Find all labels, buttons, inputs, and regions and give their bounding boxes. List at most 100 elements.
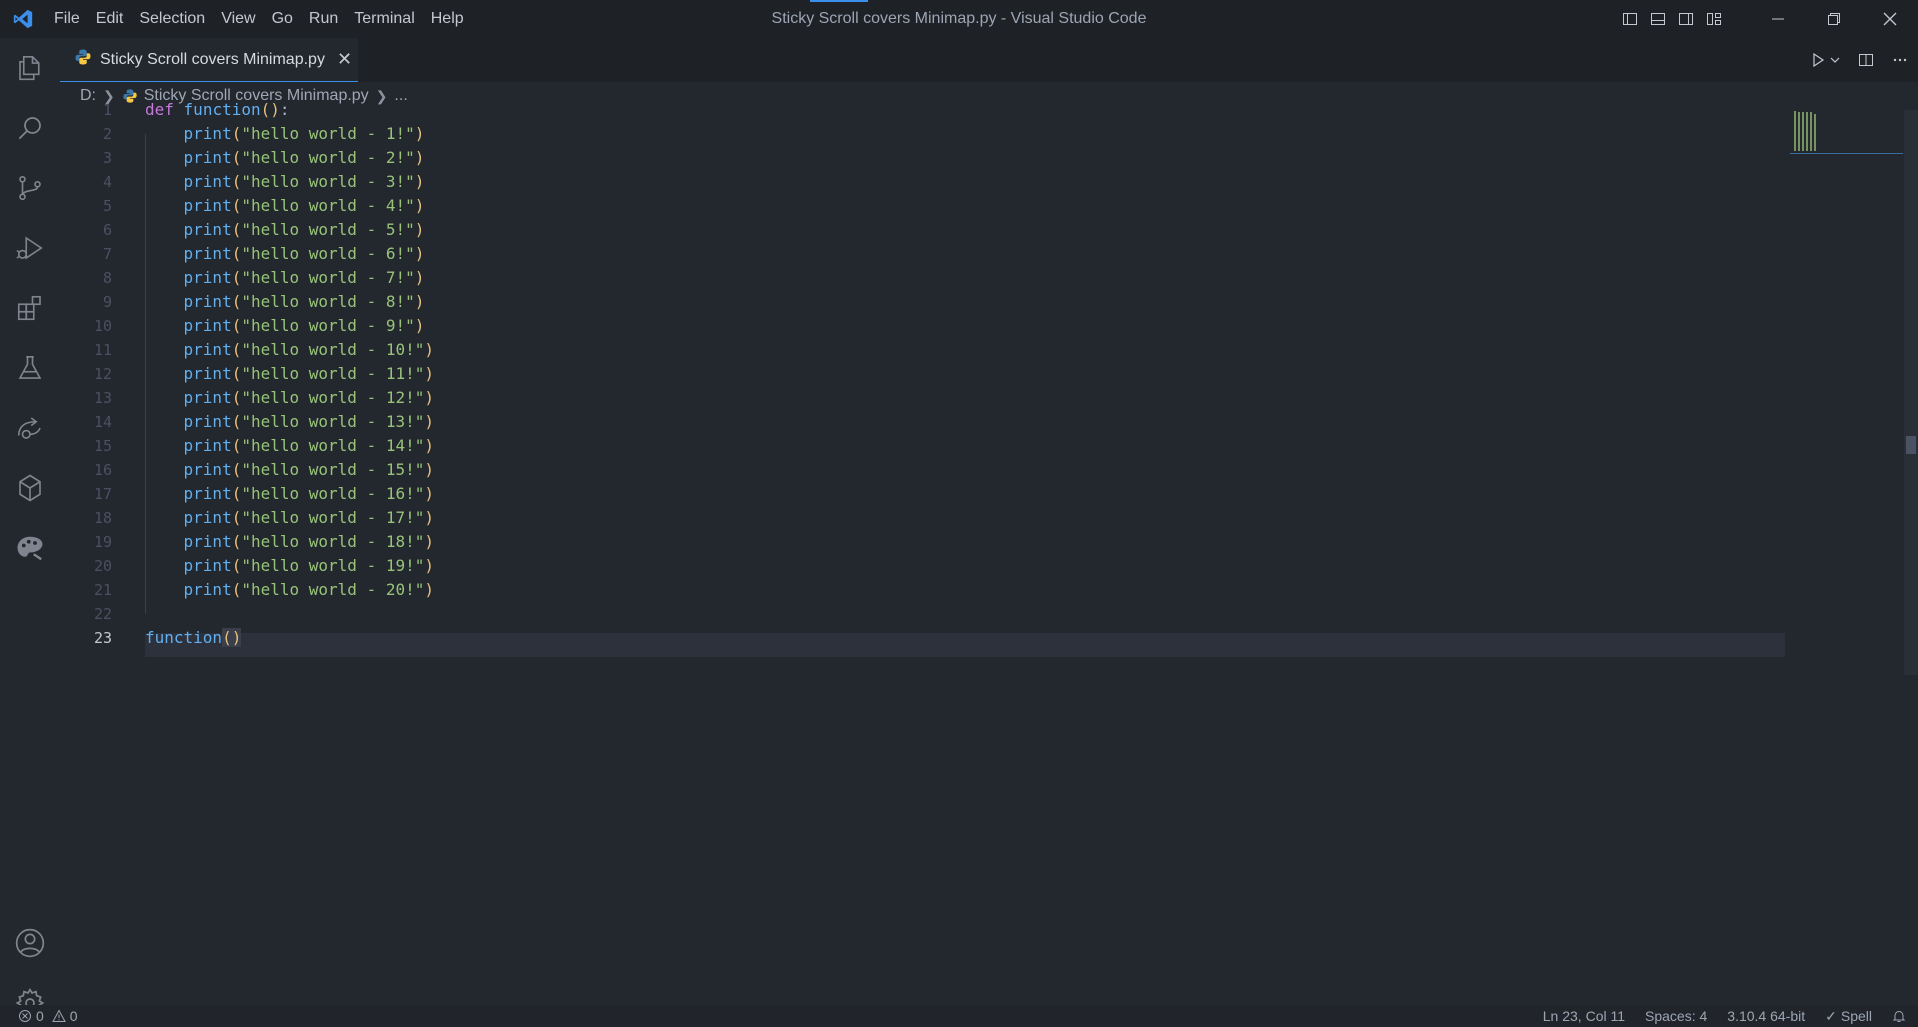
- search-icon[interactable]: [0, 98, 60, 158]
- run-dropdown-chevron-icon[interactable]: [1830, 46, 1840, 74]
- line-code: print("hello world - 6!"): [145, 242, 425, 266]
- line-number: 22: [93, 605, 112, 623]
- menu-edit[interactable]: Edit: [88, 5, 132, 33]
- paren: (: [231, 556, 242, 575]
- python-interpreter[interactable]: 3.10.4 64-bit: [1717, 1008, 1815, 1024]
- menu-selection[interactable]: Selection: [131, 5, 213, 33]
- string-literal: "hello world - 11!": [241, 364, 425, 383]
- cursor-position[interactable]: Ln 23, Col 11: [1533, 1008, 1635, 1024]
- toggle-secondary-sidebar-icon[interactable]: [1672, 5, 1700, 33]
- code-line[interactable]: 6 print("hello world - 5!"): [60, 218, 1780, 242]
- print-call: print: [183, 244, 232, 263]
- remote-explorer-icon[interactable]: [0, 398, 60, 458]
- code-line[interactable]: 17 print("hello world - 16!"): [60, 482, 1780, 506]
- menu-terminal[interactable]: Terminal: [346, 5, 422, 33]
- code-line[interactable]: 22: [60, 602, 1780, 626]
- string-literal: "hello world - 4!": [241, 196, 415, 215]
- notifications-bell-icon[interactable]: [1882, 1009, 1918, 1023]
- paren: ): [270, 100, 280, 119]
- source-control-icon[interactable]: [0, 158, 60, 218]
- print-call: print: [183, 220, 232, 239]
- activity-bar: [0, 38, 60, 1019]
- paren: ): [424, 388, 435, 407]
- tabs-bar: Sticky Scroll covers Minimap.py ✕: [60, 38, 1918, 82]
- paren: (: [231, 196, 242, 215]
- paren: (: [231, 412, 242, 431]
- toggle-panel-icon[interactable]: [1644, 5, 1672, 33]
- code-line[interactable]: 15 print("hello world - 14!"): [60, 434, 1780, 458]
- string-literal: "hello world - 5!": [241, 220, 415, 239]
- code-line[interactable]: 7 print("hello world - 6!"): [60, 242, 1780, 266]
- paren: ): [424, 532, 435, 551]
- paren: (: [231, 364, 242, 383]
- problems-indicator[interactable]: 0 0: [0, 1008, 78, 1024]
- code-line[interactable]: 1 def function():: [60, 98, 1780, 122]
- code-line[interactable]: 19 print("hello world - 18!"): [60, 530, 1780, 554]
- menu-go[interactable]: Go: [264, 5, 301, 33]
- account-icon[interactable]: [0, 913, 60, 973]
- print-call: print: [183, 460, 232, 479]
- status-bar-right: Ln 23, Col 11 Spaces: 4 3.10.4 64-bit ✓ …: [1533, 1005, 1918, 1027]
- paren: (: [231, 340, 242, 359]
- code-line[interactable]: 11 print("hello world - 10!"): [60, 338, 1780, 362]
- minimap[interactable]: [1790, 110, 1903, 154]
- code-line[interactable]: 20 print("hello world - 19!"): [60, 554, 1780, 578]
- line-number: 11: [93, 341, 112, 359]
- explorer-icon[interactable]: [0, 38, 60, 98]
- code-line[interactable]: 2 print("hello world - 1!"): [60, 122, 1780, 146]
- code-editor[interactable]: 1 def function(): 2 print("hello world - 1…: [60, 100, 1918, 1005]
- code-line[interactable]: 12 print("hello world - 11!"): [60, 362, 1780, 386]
- docker-icon[interactable]: [0, 458, 60, 518]
- minimize-icon[interactable]: [1750, 0, 1806, 38]
- run-python-file-icon[interactable]: [1810, 46, 1826, 74]
- vertical-scrollbar[interactable]: [1904, 110, 1918, 675]
- print-call: print: [183, 508, 232, 527]
- menu-file[interactable]: File: [46, 5, 88, 33]
- paren: ): [424, 340, 435, 359]
- paren: (: [231, 292, 242, 311]
- code-line[interactable]: 23 function(): [60, 626, 1780, 650]
- string-literal: "hello world - 16!": [241, 484, 425, 503]
- spell-check[interactable]: ✓ Spell: [1815, 1008, 1882, 1025]
- code-line[interactable]: 9 print("hello world - 8!"): [60, 290, 1780, 314]
- menu-help[interactable]: Help: [423, 5, 472, 33]
- paren: (: [231, 220, 242, 239]
- code-line[interactable]: 5 print("hello world - 4!"): [60, 194, 1780, 218]
- code-line[interactable]: 21 print("hello world - 20!"): [60, 578, 1780, 602]
- split-editor-icon[interactable]: [1858, 46, 1874, 74]
- line-number: 23: [93, 629, 112, 647]
- menu-run[interactable]: Run: [301, 5, 346, 33]
- code-line[interactable]: 18 print("hello world - 17!"): [60, 506, 1780, 530]
- more-actions-icon[interactable]: [1892, 46, 1908, 74]
- code-line[interactable]: 8 print("hello world - 7!"): [60, 266, 1780, 290]
- string-literal: "hello world - 17!": [241, 508, 425, 527]
- extensions-icon[interactable]: [0, 278, 60, 338]
- string-literal: "hello world - 1!": [241, 124, 415, 143]
- testing-icon[interactable]: [0, 338, 60, 398]
- close-window-icon[interactable]: [1862, 0, 1918, 38]
- customize-layout-icon[interactable]: [1700, 5, 1728, 33]
- paren: (: [231, 532, 242, 551]
- paren: ): [424, 508, 435, 527]
- code-line[interactable]: 10 print("hello world - 9!"): [60, 314, 1780, 338]
- paren: (: [231, 268, 242, 287]
- line-number: 9: [102, 293, 112, 311]
- toggle-primary-sidebar-icon[interactable]: [1616, 5, 1644, 33]
- string-literal: "hello world - 6!": [241, 244, 415, 263]
- paren: ): [414, 292, 425, 311]
- paren: ): [414, 124, 425, 143]
- code-line[interactable]: 16 print("hello world - 15!"): [60, 458, 1780, 482]
- menu-view[interactable]: View: [213, 5, 263, 33]
- restore-icon[interactable]: [1806, 0, 1862, 38]
- theme-icon[interactable]: [0, 518, 60, 578]
- run-debug-icon[interactable]: [0, 218, 60, 278]
- tab-sticky-scroll[interactable]: Sticky Scroll covers Minimap.py ✕: [60, 38, 358, 82]
- code-line[interactable]: 3 print("hello world - 2!"): [60, 146, 1780, 170]
- code-line[interactable]: 4 print("hello world - 3!"): [60, 170, 1780, 194]
- indentation[interactable]: Spaces: 4: [1635, 1008, 1717, 1024]
- string-literal: "hello world - 15!": [241, 460, 425, 479]
- tab-close-icon[interactable]: ✕: [337, 49, 352, 70]
- code-line[interactable]: 13 print("hello world - 12!"): [60, 386, 1780, 410]
- warning-icon: [51, 1009, 66, 1023]
- code-line[interactable]: 14 print("hello world - 13!"): [60, 410, 1780, 434]
